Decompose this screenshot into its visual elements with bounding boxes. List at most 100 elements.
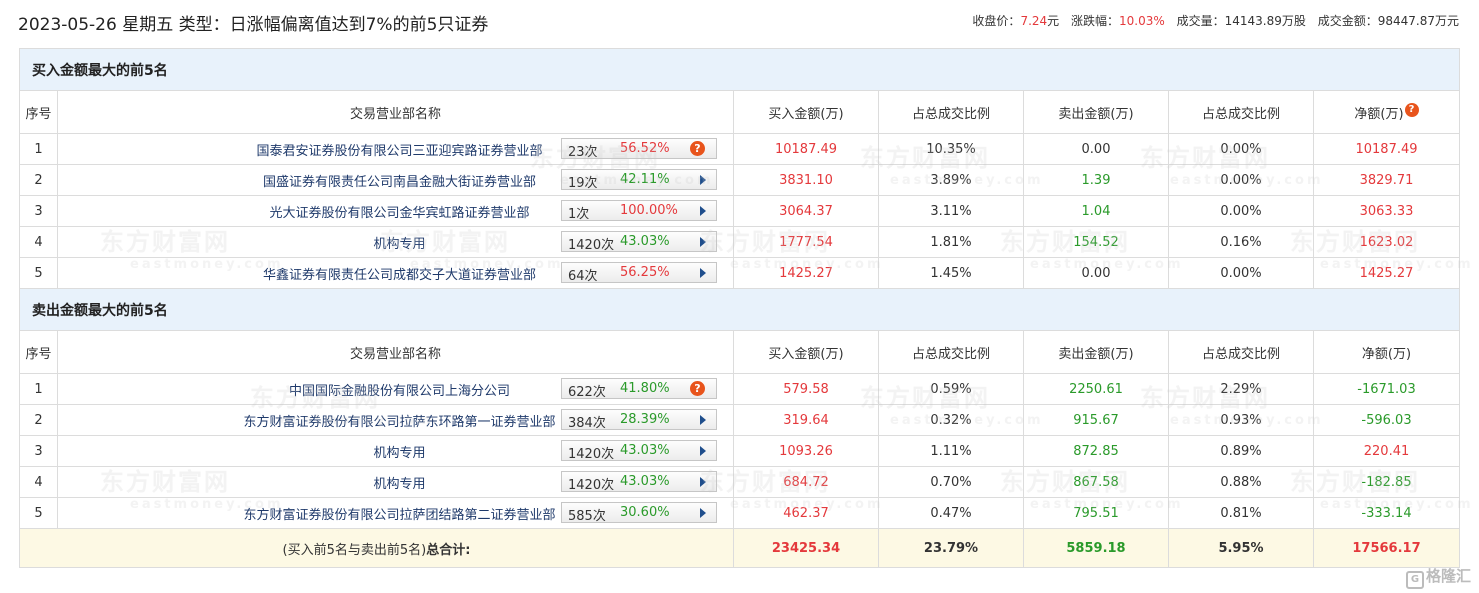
table-row: 3 光大证券股份有限公司金华宾虹路证券营业部 1次 100.00% 3064.37 3.1…: [19, 195, 1460, 227]
branch-name-link[interactable]: 华鑫证券有限责任公司成都交子大道证券营业部: [263, 268, 536, 283]
branch-name-link[interactable]: 东方财富证券股份有限公司拉萨东环路第一证券营业部: [243, 415, 555, 430]
appearance-count: 384次: [568, 416, 606, 431]
win-rate: 56.52%: [620, 141, 670, 156]
branch-cell: 国泰君安证券股份有限公司三亚迎宾路证券营业部 23次 56.52%?: [57, 133, 734, 165]
history-stats-button[interactable]: 585次 30.60%: [561, 502, 717, 524]
logo-icon: G: [1405, 571, 1424, 589]
buy-ratio: 1.81%: [878, 226, 1024, 258]
buy-ratio: 0.32%: [878, 404, 1024, 436]
arrow-right-icon[interactable]: [700, 237, 706, 247]
branch-name-link[interactable]: 机构专用: [373, 237, 425, 252]
net-amount: -1671.03: [1313, 373, 1460, 405]
row-index: 3: [19, 195, 58, 227]
row-index: 3: [19, 435, 58, 467]
col-buy-amount: 买入金额(万): [733, 90, 879, 134]
table-row: 1 中国国际金融股份有限公司上海分公司 622次 41.80%? 579.58 0.59%…: [19, 373, 1460, 405]
net-amount: 10187.49: [1313, 133, 1460, 165]
arrow-right-icon[interactable]: [700, 175, 706, 185]
sell-section-title-row: 卖出金额最大的前5名: [19, 288, 1460, 331]
buy-amount: 462.37: [733, 497, 879, 529]
buy-ratio: 0.70%: [878, 466, 1024, 498]
win-rate: 42.11%: [620, 172, 670, 187]
sell-amount: 1.04: [1023, 195, 1169, 227]
page-header: 2023-05-26 星期五 类型：日涨幅偏离值达到7%的前5只证券 收盘价：7…: [18, 0, 1459, 46]
question-icon[interactable]: ?: [690, 141, 705, 156]
buy-amount: 1777.54: [733, 226, 879, 258]
branch-cell: 国盛证券有限责任公司南昌金融大街证券营业部 19次 42.11%: [57, 164, 734, 196]
history-stats-button[interactable]: 64次 56.25%: [561, 262, 717, 284]
branch-name-link[interactable]: 中国国际金融股份有限公司上海分公司: [289, 384, 510, 399]
close-price-unit: 元: [1047, 14, 1060, 28]
arrow-right-icon[interactable]: [700, 268, 706, 278]
history-stats-button[interactable]: 1420次 43.03%: [561, 471, 717, 493]
buy-section-title: 买入金额最大的前5名: [19, 48, 1460, 91]
history-stats-button[interactable]: 23次 56.52%?: [561, 138, 717, 160]
arrow-right-icon[interactable]: [700, 477, 706, 487]
history-stats-button[interactable]: 19次 42.11%: [561, 169, 717, 191]
history-stats-button[interactable]: 622次 41.80%?: [561, 378, 717, 400]
branch-name-link[interactable]: 机构专用: [373, 477, 425, 492]
col-index: 序号: [19, 90, 58, 134]
appearance-count: 19次: [568, 176, 598, 191]
sell-amount: 915.67: [1023, 404, 1169, 436]
col-sell-ratio: 占总成交比例: [1168, 90, 1314, 134]
row-index: 1: [19, 133, 58, 165]
branch-name-link[interactable]: 光大证券股份有限公司金华宾虹路证券营业部: [269, 206, 529, 221]
history-stats-button[interactable]: 1420次 43.03%: [561, 231, 717, 253]
sell-amount: 867.58: [1023, 466, 1169, 498]
table-row: 4 机构专用 1420次 43.03% 1777.54 1.81% 154.52 0.16% 1…: [19, 226, 1460, 258]
net-amount: 3829.71: [1313, 164, 1460, 196]
sell-ratio: 0.00%: [1168, 257, 1314, 289]
change-label: 涨跌幅：: [1071, 14, 1120, 28]
branch-cell: 中国国际金融股份有限公司上海分公司 622次 41.80%?: [57, 373, 734, 405]
table-row: 3 机构专用 1420次 43.03% 1093.26 1.11% 872.85 0.89% 2…: [19, 435, 1460, 467]
sell-amount: 872.85: [1023, 435, 1169, 467]
buy-ratio: 1.45%: [878, 257, 1024, 289]
branch-cell: 光大证券股份有限公司金华宾虹路证券营业部 1次 100.00%: [57, 195, 734, 227]
history-stats-button[interactable]: 1次 100.00%: [561, 200, 717, 222]
total-net: 17566.17: [1313, 528, 1460, 568]
net-amount: 1623.02: [1313, 226, 1460, 258]
buy-ratio: 0.47%: [878, 497, 1024, 529]
history-stats-button[interactable]: 1420次 43.03%: [561, 440, 717, 462]
col-branch-name: 交易营业部名称: [57, 330, 734, 374]
sell-ratio: 0.93%: [1168, 404, 1314, 436]
question-icon[interactable]: ?: [1404, 102, 1419, 117]
buy-amount: 319.64: [733, 404, 879, 436]
sell-ratio: 0.00%: [1168, 195, 1314, 227]
net-amount: 1425.27: [1313, 257, 1460, 289]
sell-ratio: 0.00%: [1168, 133, 1314, 165]
buy-amount: 10187.49: [733, 133, 879, 165]
table-row: 4 机构专用 1420次 43.03% 684.72 0.70% 867.58 0.88% -1…: [19, 466, 1460, 498]
buy-amount: 1093.26: [733, 435, 879, 467]
row-index: 4: [19, 466, 58, 498]
history-stats-button[interactable]: 384次 28.39%: [561, 409, 717, 431]
branch-name-link[interactable]: 国泰君安证券股份有限公司三亚迎宾路证券营业部: [256, 144, 542, 159]
buy-header-row: 序号 交易营业部名称 买入金额(万) 占总成交比例 卖出金额(万) 占总成交比例…: [19, 90, 1460, 134]
branch-name-link[interactable]: 机构专用: [373, 446, 425, 461]
question-icon[interactable]: ?: [690, 381, 705, 396]
net-amount: 3063.33: [1313, 195, 1460, 227]
buy-amount: 1425.27: [733, 257, 879, 289]
amount-value: 98447.87万元: [1377, 14, 1459, 28]
arrow-right-icon[interactable]: [700, 446, 706, 456]
col-sell-ratio: 占总成交比例: [1168, 330, 1314, 374]
row-index: 4: [19, 226, 58, 258]
appearance-count: 585次: [568, 509, 606, 524]
row-index: 5: [19, 257, 58, 289]
branch-name-link[interactable]: 国盛证券有限责任公司南昌金融大街证券营业部: [263, 175, 536, 190]
appearance-count: 622次: [568, 385, 606, 400]
win-rate: 30.60%: [620, 505, 670, 520]
sell-amount: 795.51: [1023, 497, 1169, 529]
sell-header-row: 序号 交易营业部名称 买入金额(万) 占总成交比例 卖出金额(万) 占总成交比例…: [19, 330, 1460, 374]
row-index: 2: [19, 404, 58, 436]
arrow-right-icon[interactable]: [700, 206, 706, 216]
arrow-right-icon[interactable]: [700, 415, 706, 425]
col-sell-amount: 卖出金额(万): [1023, 90, 1169, 134]
col-net-amount: 净额(万): [1313, 330, 1460, 374]
branch-name-link[interactable]: 东方财富证券股份有限公司拉萨团结路第二证券营业部: [243, 508, 555, 523]
arrow-right-icon[interactable]: [700, 508, 706, 518]
appearance-count: 1420次: [568, 447, 615, 462]
net-amount: -333.14: [1313, 497, 1460, 529]
branch-cell: 机构专用 1420次 43.03%: [57, 435, 734, 467]
